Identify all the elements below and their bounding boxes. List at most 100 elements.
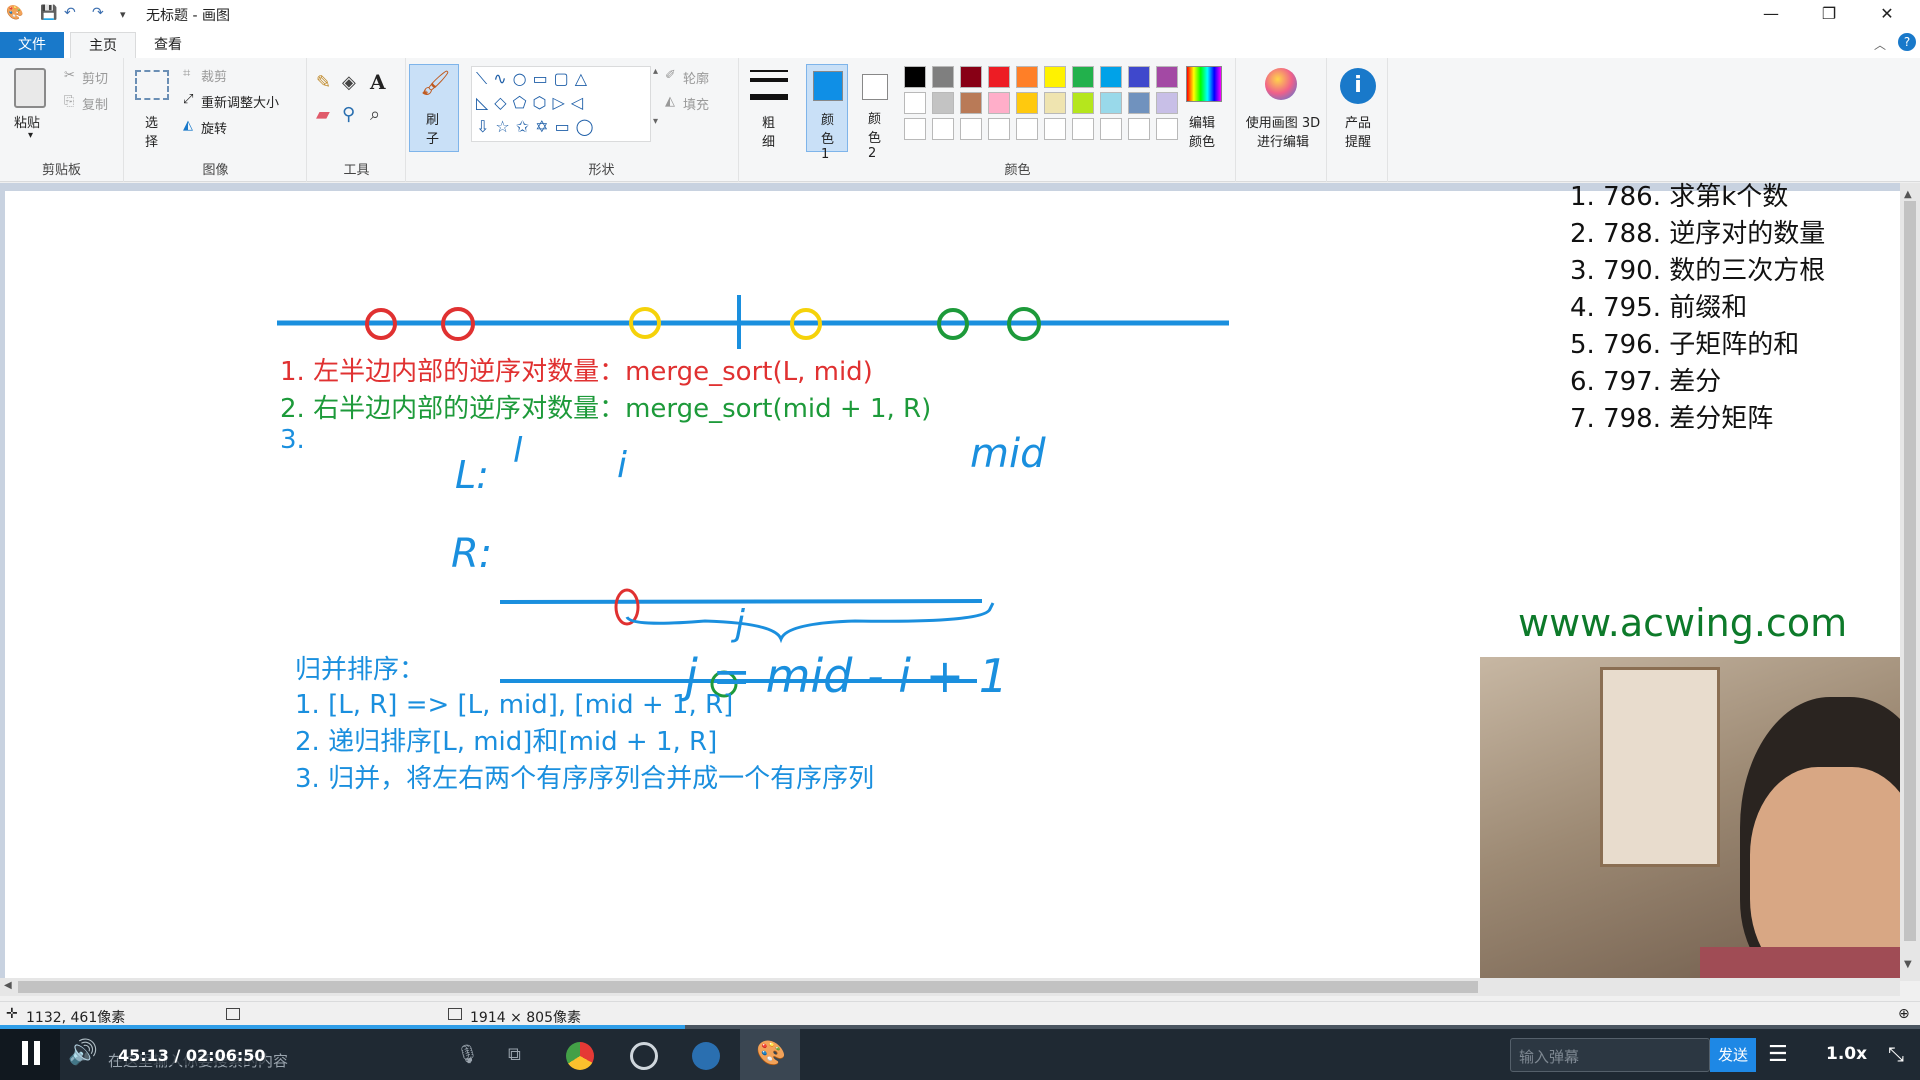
color1-button[interactable]: 颜色 1 [806,64,848,162]
select-button[interactable]: 选择 [145,112,159,150]
palette-swatch[interactable] [1100,92,1122,114]
palette-swatch[interactable] [932,118,954,140]
product-alert-button[interactable]: 产品提醒 [1342,112,1374,150]
size-icon[interactable] [750,70,788,100]
paste-button[interactable]: 粘贴 [14,112,40,131]
tab-view[interactable]: 查看 [136,32,200,58]
palette-swatch[interactable] [1156,92,1178,114]
progress-track[interactable] [0,1025,1920,1029]
copy-icon[interactable]: ⎘ [64,94,74,109]
redo-icon[interactable]: ↷ [92,5,104,21]
minimize-button[interactable]: — [1742,0,1800,28]
paint3d-icon[interactable] [1265,68,1297,100]
cut-icon[interactable]: ✂ [64,68,75,83]
palette-swatch[interactable] [904,66,926,88]
palette-swatch[interactable] [960,66,982,88]
task-view-icon[interactable]: ⧉ [508,1044,521,1065]
gallery-more-icon[interactable]: ▾ [653,116,658,127]
rotate-button[interactable]: 旋转 [201,118,227,137]
palette-swatch[interactable] [1044,92,1066,114]
palette-swatch[interactable] [932,92,954,114]
play-pause-button[interactable] [0,1029,60,1080]
palette-swatch[interactable] [1072,66,1094,88]
palette-swatch[interactable] [1044,66,1066,88]
speed-button[interactable]: 1.0x [1826,1044,1867,1064]
gallery-scroll-up-icon[interactable]: ▴ [653,66,658,77]
palette-swatch[interactable] [988,66,1010,88]
vertical-scrollbar[interactable]: ▲ ▼ [1900,183,1920,981]
fill-button[interactable]: 填充 [683,94,709,113]
outline-button[interactable]: 轮廓 [683,68,709,87]
paint-taskbar-button[interactable]: 🎨 [740,1029,800,1080]
send-danmaku-button[interactable]: 发送 [1710,1038,1756,1072]
zoom-in-icon[interactable]: ⊕ [1898,1006,1910,1022]
color-picker-icon[interactable]: ⚲ [342,104,355,125]
resize-button[interactable]: 重新调整大小 [201,92,279,111]
edit-colors-icon[interactable] [1186,66,1222,102]
outline-icon[interactable]: ✐ [665,68,676,83]
drawing-canvas[interactable]: 1. 左半边内部的逆序对数量：merge_sort(L, mid) 2. 右半边… [5,191,1480,981]
danmaku-toggle-icon[interactable]: ☰ [1768,1042,1788,1067]
palette-swatch[interactable] [1100,66,1122,88]
collapse-ribbon-icon[interactable]: ︿ [1874,36,1886,53]
palette-swatch[interactable] [960,118,982,140]
brushes-button[interactable]: 🖌 刷子 [409,64,459,152]
palette-swatch[interactable] [988,92,1010,114]
pencil-icon[interactable]: ✎ [316,72,331,93]
scroll-thumb[interactable] [1904,201,1916,941]
undo-icon[interactable]: ↶ [64,5,76,21]
text-icon[interactable]: A [370,70,386,94]
obs-icon[interactable] [630,1042,658,1070]
paint3d-button[interactable]: 使用画图 3D 进行编辑 [1243,112,1323,150]
palette-swatch[interactable] [1128,118,1150,140]
browser-icon[interactable] [692,1042,720,1070]
palette-swatch[interactable] [1072,118,1094,140]
crop-button[interactable]: 裁剪 [201,66,227,85]
chrome-icon[interactable] [566,1042,594,1070]
select-icon[interactable] [135,70,169,100]
palette-swatch[interactable] [1016,118,1038,140]
fill-icon[interactable]: ◈ [342,72,356,93]
palette-swatch[interactable] [904,92,926,114]
palette-swatch[interactable] [960,92,982,114]
scroll-left-icon[interactable]: ◀ [4,980,12,991]
microphone-icon[interactable]: 🎙 [456,1044,479,1065]
palette-swatch[interactable] [1156,66,1178,88]
danmaku-input[interactable]: 输入弹幕 [1510,1038,1710,1072]
fill-shape-icon[interactable]: ◭ [665,94,675,109]
close-button[interactable]: ✕ [1858,0,1916,28]
magnifier-icon[interactable]: ⌕ [370,104,380,125]
scroll-down-icon[interactable]: ▼ [1904,959,1912,970]
scroll-up-icon[interactable]: ▲ [1904,189,1912,200]
tab-file[interactable]: 文件 [0,32,64,58]
edit-colors-button[interactable]: 编辑颜色 [1186,112,1218,150]
palette-swatch[interactable] [932,66,954,88]
palette-swatch[interactable] [1100,118,1122,140]
save-icon[interactable]: 💾 [40,5,57,21]
paste-dropdown-icon[interactable]: ▾ [28,130,33,141]
paste-icon[interactable] [14,68,46,108]
help-icon[interactable]: ? [1898,33,1916,51]
shapes-gallery[interactable]: ⟍∿○▭▢△ ◺◇⬠⬡▷◁ ⇩☆✩✡▭◯ [471,66,651,142]
eraser-icon[interactable]: ▰ [316,104,330,125]
palette-swatch[interactable] [1044,118,1066,140]
volume-icon[interactable]: 🔊 [68,1038,98,1066]
palette-swatch[interactable] [1016,66,1038,88]
exit-fullscreen-icon[interactable]: ⤡ [1888,1042,1904,1066]
cut-button[interactable]: 剪切 [82,68,108,87]
palette-swatch[interactable] [1156,118,1178,140]
color2-button[interactable]: 颜色 2 [854,64,896,161]
tab-home[interactable]: 主页 [70,32,136,58]
restore-button[interactable]: ❐ [1800,0,1858,28]
palette-swatch[interactable] [1016,92,1038,114]
crop-icon[interactable]: ⌗ [183,66,190,81]
info-icon[interactable]: i [1340,68,1376,104]
copy-button[interactable]: 复制 [82,94,108,113]
quick-access-dropdown-icon[interactable]: ▾ [120,8,126,21]
palette-swatch[interactable] [988,118,1010,140]
hscroll-thumb[interactable] [18,981,1478,993]
horizontal-scrollbar[interactable]: ◀ [0,978,1900,996]
palette-swatch[interactable] [1128,66,1150,88]
palette-swatch[interactable] [904,118,926,140]
palette-swatch[interactable] [1128,92,1150,114]
